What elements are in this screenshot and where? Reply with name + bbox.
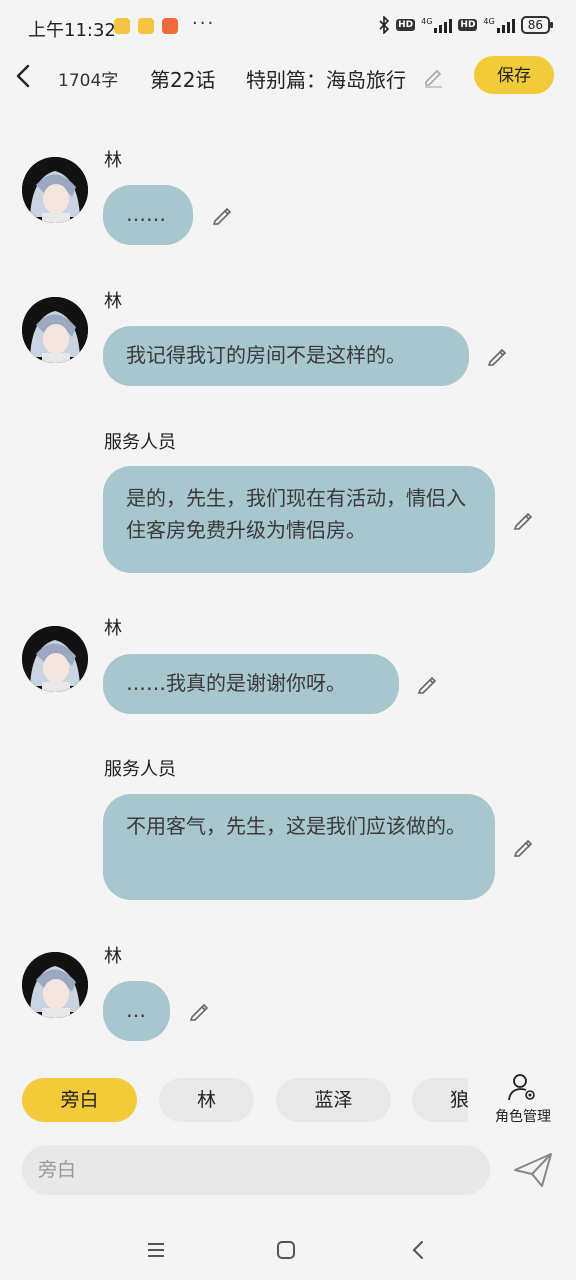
system-nav-bar [0, 1220, 576, 1280]
network-type: 4G [421, 16, 433, 26]
avatar-image [22, 297, 88, 363]
avatar[interactable] [22, 297, 88, 363]
pencil-icon[interactable] [512, 508, 536, 532]
nav-back-icon[interactable] [404, 1236, 432, 1264]
role-chip-lanze[interactable]: 蓝泽 [276, 1078, 391, 1122]
role-chip-narration[interactable]: 旁白 [22, 1078, 137, 1122]
message-bubble[interactable]: 是的，先生，我们现在有活动，情侣入住客房免费升级为情侣房。 [103, 466, 495, 573]
battery-indicator: 86 [520, 16, 554, 34]
status-notification-icons: ··· [114, 13, 215, 34]
chapter-title[interactable]: 特别篇：海岛旅行 [246, 64, 406, 93]
speaker-name: 服务人员 [104, 759, 176, 780]
bluetooth-icon [379, 16, 390, 34]
more-notifications-icon: ··· [192, 12, 216, 34]
save-button[interactable]: 保存 [474, 56, 554, 94]
edit-title-icon[interactable] [422, 66, 444, 88]
message-bubble[interactable]: … [103, 981, 170, 1041]
speaker-name: 林 [104, 946, 122, 967]
status-time: 上午11:32 [28, 20, 116, 41]
message-input[interactable]: 旁白 [22, 1145, 490, 1195]
speaker-name: 林 [104, 618, 122, 639]
role-manage-button[interactable]: 角色管理 [488, 1072, 558, 1128]
send-icon[interactable] [512, 1150, 554, 1190]
speaker-name: 服务人员 [104, 432, 176, 453]
menu-icon[interactable] [142, 1236, 170, 1264]
word-count: 1704字 [58, 71, 119, 91]
pencil-icon[interactable] [512, 835, 536, 859]
avatar-image [22, 952, 88, 1018]
speaker-name: 林 [104, 291, 122, 312]
signal-icon [496, 17, 515, 33]
hd-badge: HD [396, 19, 416, 31]
pencil-icon[interactable] [188, 999, 212, 1023]
pencil-icon[interactable] [416, 672, 440, 696]
role-chip-wolf[interactable]: 狼 [412, 1078, 468, 1122]
avatar[interactable] [22, 952, 88, 1018]
hd-badge: HD [458, 19, 478, 31]
pencil-icon[interactable] [211, 203, 235, 227]
role-manage-icon [508, 1074, 535, 1101]
role-manage-label: 角色管理 [495, 1109, 551, 1125]
role-chip-lin[interactable]: 林 [159, 1078, 254, 1122]
home-icon[interactable] [272, 1236, 300, 1264]
avatar[interactable] [22, 157, 88, 223]
status-right: HD 4G HD 4G 86 [378, 16, 554, 34]
message-bubble[interactable]: 不用客气，先生，这是我们应该做的。 [103, 794, 495, 900]
signal-icon [434, 17, 453, 33]
speaker-name: 林 [104, 150, 122, 171]
network-type: 4G [483, 16, 495, 26]
avatar[interactable] [22, 626, 88, 692]
chapter-number: 第22话 [150, 68, 216, 92]
back-arrow-icon[interactable] [12, 62, 36, 90]
notification-app-icon [162, 18, 178, 34]
pencil-icon[interactable] [486, 344, 510, 368]
avatar-image [22, 626, 88, 692]
status-bar: 上午11:32 ··· HD 4G HD 4G 86 [0, 0, 576, 56]
notification-app-icon [138, 18, 154, 34]
avatar-image [22, 157, 88, 223]
role-chip-list: 旁白 林 蓝泽 狼 [22, 1078, 468, 1122]
message-bubble[interactable]: …… [103, 185, 193, 245]
message-bubble[interactable]: 我记得我订的房间不是这样的。 [103, 326, 469, 386]
message-bubble[interactable]: ……我真的是谢谢你呀。 [103, 654, 399, 714]
notification-app-icon [114, 18, 130, 34]
editor-header: 1704字 第22话 特别篇：海岛旅行 保存 [0, 56, 576, 96]
